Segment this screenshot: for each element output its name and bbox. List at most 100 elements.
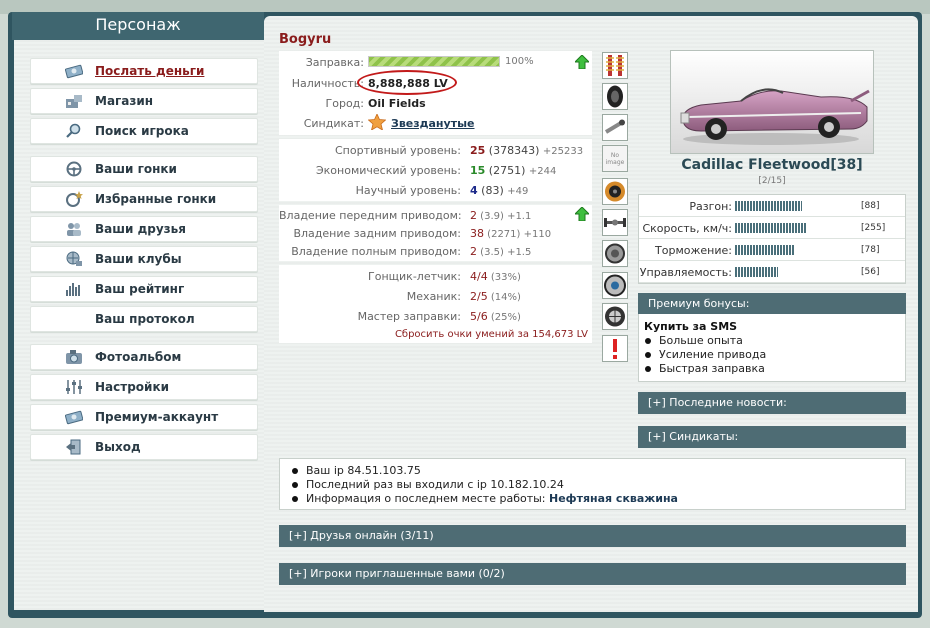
syndicate-link[interactable]: Звезданутые bbox=[391, 117, 475, 130]
premium-bonus-list: Больше опыта Усиление привода Быстрая запр… bbox=[641, 334, 766, 376]
drives-box: Владение передним приводом: 2 (3.9) +1.1 В… bbox=[279, 205, 592, 261]
sidebar-item-1[interactable]: Магазин bbox=[30, 88, 258, 114]
spec-bar bbox=[735, 223, 806, 233]
premium-bonus-item: Усиление привода bbox=[641, 348, 766, 362]
sidebar-item-label: Настройки bbox=[95, 380, 170, 394]
sidebar-item-2[interactable]: Поиск игрока bbox=[30, 118, 258, 144]
spec-bar bbox=[735, 245, 795, 255]
no-image-text: No image bbox=[605, 152, 625, 166]
fuel-label: Заправка: bbox=[305, 56, 364, 69]
skill-label: Мастер заправки: bbox=[357, 310, 461, 323]
premium-bonuses-box: Купить за SMS Больше опыта Усиление приво… bbox=[638, 314, 906, 382]
car-name[interactable]: Cadillac Fleetwood[38] bbox=[638, 157, 906, 173]
premium-bonus-item: Быстрая заправка bbox=[641, 362, 766, 376]
turbo-icon[interactable] bbox=[602, 240, 628, 267]
skill-value: 5/6 (25%) bbox=[470, 310, 521, 323]
sidebar-item-label: Выход bbox=[95, 440, 141, 454]
sidebar-item-4[interactable]: Избранные гонки bbox=[30, 186, 258, 212]
city-label: Город: bbox=[325, 97, 364, 110]
skill-label: Механик: bbox=[406, 290, 461, 303]
sidebar-item-0[interactable]: Послать деньги bbox=[30, 58, 258, 84]
spec-row: Разгон: [88] bbox=[639, 195, 905, 217]
login-info-item: Последний раз вы входили с ip 10.182.10.… bbox=[288, 478, 905, 492]
drive-value: 2 (3.5) +1.5 bbox=[470, 245, 532, 258]
clutch-icon[interactable] bbox=[602, 178, 628, 205]
premium-bonuses-header: Премиум бонусы: bbox=[638, 293, 906, 315]
rating-icon bbox=[65, 281, 83, 297]
shop-icon bbox=[65, 93, 83, 109]
sidebar-item-5[interactable]: Ваши друзья bbox=[30, 216, 258, 242]
sidebar-item-label: Поиск игрока bbox=[95, 124, 189, 138]
sidebar-item-6[interactable]: Ваши клубы bbox=[30, 246, 258, 272]
steering-wheel-icon bbox=[65, 161, 83, 177]
login-info-item: Ваш ip 84.51.103.75 bbox=[288, 464, 905, 478]
fuel-bar bbox=[368, 56, 500, 67]
sidebar-item-9[interactable]: Фотоальбом bbox=[30, 344, 258, 370]
spec-bar bbox=[735, 201, 802, 211]
latest-news-toggle[interactable]: [+] Последние новости: bbox=[638, 392, 906, 414]
sidebar-item-12[interactable]: Выход bbox=[30, 434, 258, 460]
syndicate-label: Синдикат: bbox=[303, 117, 364, 130]
level-label: Научный уровень: bbox=[355, 184, 461, 197]
settings-sliders-icon bbox=[65, 379, 83, 395]
friends-icon bbox=[65, 221, 83, 237]
levels-box: Спортивный уровень: 25 (378343) +25233 Эко… bbox=[279, 139, 592, 201]
invited-players-toggle[interactable]: [+] Игроки приглашенные вами (0/2) bbox=[279, 563, 906, 585]
spec-value: [255] bbox=[861, 223, 886, 233]
login-info-item: Информация о последнем месте работы: Неф… bbox=[288, 492, 905, 506]
warning-icon[interactable] bbox=[602, 335, 628, 362]
sidebar-item-label: Магазин bbox=[95, 94, 154, 108]
drive-value: 2 (3.9) +1.1 bbox=[470, 209, 532, 222]
tire-icon[interactable] bbox=[602, 83, 628, 110]
drive-label: Владение задним приводом: bbox=[293, 227, 461, 240]
sidebar-item-8[interactable]: Ваш протокол bbox=[30, 306, 258, 332]
car-specs-table: Разгон: [88] Скорость, км/ч: [255] Торможени… bbox=[638, 194, 906, 284]
city-value: Oil Fields bbox=[368, 97, 426, 110]
spec-row: Скорость, км/ч: [255] bbox=[639, 217, 905, 239]
reset-skills-link[interactable]: Сбросить очки умений за 154,673 LV bbox=[395, 329, 588, 340]
sidebar-item-7[interactable]: Ваш рейтинг bbox=[30, 276, 258, 302]
spec-label: Торможение: bbox=[655, 244, 732, 257]
sidebar-item-3[interactable]: Ваши гонки bbox=[30, 156, 258, 182]
buy-sms-link[interactable]: Купить за SMS bbox=[644, 320, 737, 333]
syndicate-star-icon bbox=[367, 113, 387, 133]
friends-online-toggle[interactable]: [+] Друзья онлайн (3/11) bbox=[279, 525, 906, 547]
level-value: 4 (83) +49 bbox=[470, 184, 529, 197]
syndicates-toggle[interactable]: [+] Синдикаты: bbox=[638, 426, 906, 448]
spec-label: Скорость, км/ч: bbox=[642, 222, 732, 235]
spec-value: [78] bbox=[861, 245, 880, 255]
level-value: 25 (378343) +25233 bbox=[470, 144, 584, 157]
sidebar-item-10[interactable]: Настройки bbox=[30, 374, 258, 400]
car-image[interactable] bbox=[670, 50, 874, 154]
clubs-icon bbox=[65, 251, 83, 267]
player-name[interactable]: Bogyru bbox=[279, 32, 331, 47]
axle-icon[interactable] bbox=[602, 209, 628, 236]
spec-row: Управляемость: [56] bbox=[639, 261, 905, 283]
tab-character[interactable]: Персонаж bbox=[12, 12, 264, 40]
fuel-up-arrow-icon[interactable] bbox=[575, 55, 589, 69]
exhaust-icon[interactable] bbox=[602, 114, 628, 141]
sidebar-item-label: Ваш протокол bbox=[95, 312, 195, 326]
wheel-rim-icon[interactable] bbox=[602, 303, 628, 330]
search-icon bbox=[65, 123, 83, 139]
spec-label: Управляемость: bbox=[639, 266, 732, 279]
favorite-races-icon bbox=[65, 191, 83, 207]
drive-label: Владение полным приводом: bbox=[291, 245, 461, 258]
fuel-bar-fill bbox=[369, 57, 499, 66]
car-index: [2/15] bbox=[758, 176, 786, 186]
premium-bonus-item: Больше опыта bbox=[641, 334, 766, 348]
fuel-percent: 100% bbox=[505, 56, 534, 67]
login-info-list: Ваш ip 84.51.103.75 Последний раз вы вход… bbox=[288, 464, 905, 506]
level-value: 15 (2751) +244 bbox=[470, 164, 557, 177]
sidebar-item-11[interactable]: Премиум-аккаунт bbox=[30, 404, 258, 430]
spec-value: [56] bbox=[861, 267, 880, 277]
no-image-icon[interactable]: No image bbox=[602, 145, 628, 172]
drive-up-arrow-icon[interactable] bbox=[575, 207, 589, 221]
spec-value: [88] bbox=[861, 201, 880, 211]
brakes-icon[interactable] bbox=[602, 272, 628, 299]
suspension-icon[interactable] bbox=[602, 52, 628, 79]
sidebar-item-label: Ваши клубы bbox=[95, 252, 182, 266]
camera-icon bbox=[65, 349, 83, 365]
skill-value: 4/4 (33%) bbox=[470, 270, 521, 283]
level-label: Спортивный уровень: bbox=[334, 144, 461, 157]
